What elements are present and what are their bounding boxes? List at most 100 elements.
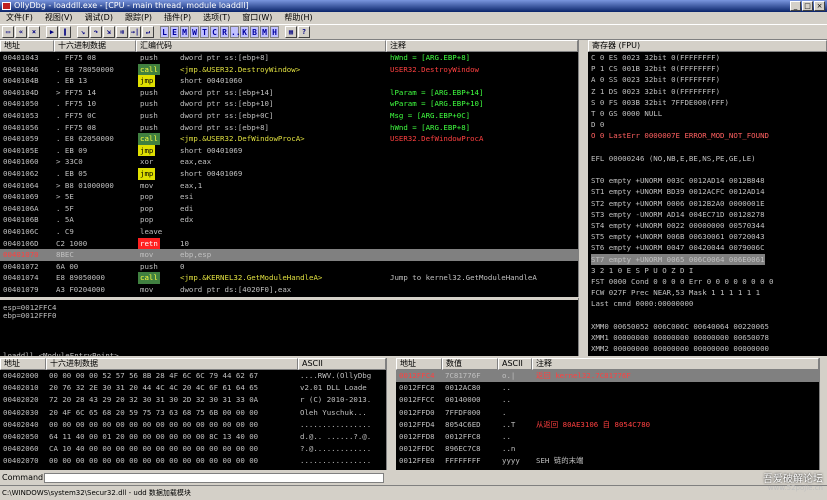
register-line[interactable]: XMM1 00000000 00000000 00000000 00650078 xyxy=(591,332,769,344)
disasm-row[interactable]: 00401050 . FF75 10 push dword ptr ss:[ebp+1… xyxy=(0,98,578,110)
disasm-scrollbar[interactable] xyxy=(578,40,586,297)
run-icon[interactable]: ▶ xyxy=(46,26,58,38)
stack-pane[interactable]: 0012FFC4 7C81776F o.| 返回 kernel32.7C81776F 0… xyxy=(396,370,819,470)
register-line[interactable]: C 0 ES 0023 32bit 0(FFFFFFFF) xyxy=(591,52,720,64)
register-line[interactable]: O 0 LastErr 0000007E ERROR_MOD_NOT_FOUND xyxy=(591,130,769,142)
step-over-icon[interactable]: ↷ xyxy=(90,26,102,38)
minimize-button[interactable]: _ xyxy=(790,1,801,11)
goto-icon[interactable]: ↵ xyxy=(142,26,154,38)
toolbar-window-button[interactable]: M xyxy=(260,26,269,38)
menu-item[interactable]: 选项(T) xyxy=(197,12,236,24)
register-line[interactable]: T 0 GS 0000 NULL xyxy=(591,108,662,120)
stack-row[interactable]: 0012FFCC 00140000.. xyxy=(396,394,819,406)
disasm-row[interactable]: 00401064 > B8 01000000 mov eax,1 xyxy=(0,180,578,192)
disasm-row[interactable]: 0040106B . 5A pop edx xyxy=(0,214,578,226)
disasm-row[interactable]: 00401059 . E8 62050000 call <jmp.&USER32.De… xyxy=(0,133,578,145)
toolbar-window-button[interactable]: T xyxy=(200,26,209,38)
register-line[interactable]: ST4 empty +UNORM 0022 00000000 00570344 xyxy=(591,220,765,232)
command-input[interactable] xyxy=(44,473,384,483)
dump-header-hex[interactable]: 十六进制数据 xyxy=(46,358,298,370)
register-line[interactable]: P 1 CS 001B 32bit 0(FFFFFFFF) xyxy=(591,63,720,75)
toolbar-window-button[interactable]: E xyxy=(170,26,179,38)
toolbar-window-button[interactable]: W xyxy=(190,26,199,38)
options-icon[interactable]: ▦ xyxy=(285,26,297,38)
toolbar-window-button[interactable]: C xyxy=(210,26,219,38)
pause-icon[interactable]: ∥ xyxy=(59,26,71,38)
toolbar-window-button[interactable]: K xyxy=(240,26,249,38)
register-line[interactable]: EFL 00000246 (NO,NB,E,BE,NS,PE,GE,LE) xyxy=(591,153,756,165)
register-line[interactable]: ST1 empty +UNORM BD39 0012ACFC 0012AD14 xyxy=(591,186,765,198)
close-button[interactable]: × xyxy=(814,1,825,11)
menu-item[interactable]: 视图(V) xyxy=(39,12,79,24)
dump-row[interactable]: 00402020 72 20 28 43 29 20 32 30 31 30 2D… xyxy=(0,394,386,406)
register-line[interactable]: FST 0000 Cond 0 0 0 0 Err 0 0 0 0 0 0 0 … xyxy=(591,276,773,288)
disasm-row[interactable]: 0040106C . C9 leave xyxy=(0,226,578,238)
disasm-row[interactable]: 0040104D > FF75 14 push dword ptr ss:[ebp+1… xyxy=(0,87,578,99)
disasm-row[interactable]: 00401046 . E8 78050000 call <jmp.&USER32.De… xyxy=(0,63,578,76)
disasm-header-addr[interactable]: 地址 xyxy=(0,40,54,52)
menu-item[interactable]: 文件(F) xyxy=(0,12,39,24)
stack-header-value[interactable]: 数值 xyxy=(442,358,498,370)
menu-item[interactable]: 窗口(W) xyxy=(236,12,278,24)
register-line[interactable]: XMM2 00000000 00000000 00000000 00000000 xyxy=(591,343,769,355)
info-pane[interactable]: esp=0012FFC4 ebp=0012FFF0 loaddll.<ModuleE… xyxy=(0,298,578,356)
register-line[interactable]: ST7 empty +UNORM 0065 006C0064 006E0061 xyxy=(591,253,765,266)
disasm-header-hex[interactable]: 十六进制数据 xyxy=(54,40,136,52)
register-line[interactable]: ST6 empty +UNORM 0047 00420044 0079006C xyxy=(591,242,765,254)
dump-pane[interactable]: 00402000 00 00 00 00 52 57 56 8B 28 4F 6C… xyxy=(0,370,386,470)
menu-item[interactable]: 跟踪(P) xyxy=(119,12,158,24)
stack-row[interactable]: 0012FFC8 0012AC80.. xyxy=(396,382,819,394)
disasm-row[interactable]: 00401072 6A 00 push 0 xyxy=(0,261,578,273)
disasm-row[interactable]: 0040106D C2 1000 retn 10 xyxy=(0,237,578,250)
disasm-row[interactable]: 00401053 . FF75 0C push dword ptr ss:[ebp+0… xyxy=(0,110,578,122)
toolbar-window-button[interactable]: ... xyxy=(230,26,245,38)
disasm-row[interactable]: 00401060 > 33C0 xor eax,eax xyxy=(0,156,578,168)
stack-header-comment[interactable]: 注释 xyxy=(532,358,819,370)
title-bar[interactable]: OllyDbg - loaddll.exe - [CPU - main thre… xyxy=(0,0,827,12)
open-icon[interactable]: ▭ xyxy=(2,26,14,38)
execute-till-return-icon[interactable]: →| xyxy=(129,26,141,38)
dump-row[interactable]: 00402050 64 11 40 00 01 20 00 00 00 00 00… xyxy=(0,431,386,443)
toolbar-window-button[interactable]: M xyxy=(180,26,189,38)
dump-row[interactable]: 00402060 CA 10 40 00 00 00 00 00 00 00 00… xyxy=(0,443,386,455)
maximize-button[interactable]: □ xyxy=(802,1,813,11)
disasm-row[interactable]: 00401056 . FF75 08 push dword ptr ss:[ebp+8… xyxy=(0,122,578,134)
stack-header-ascii[interactable]: ASCII xyxy=(498,358,532,370)
disasm-header-comment[interactable]: 注释 xyxy=(386,40,578,52)
register-line[interactable]: S 0 FS 003B 32bit 7FFDE000(FFF) xyxy=(591,97,729,109)
disasm-row[interactable]: 00401074 E8 89050000 call <jmp.&KERNEL32.G… xyxy=(0,272,578,284)
disasm-row[interactable]: 0040104B . EB 13 jmp short 00401060 xyxy=(0,75,578,87)
close-icon[interactable]: × xyxy=(28,26,40,38)
disassembly-pane[interactable]: 00401043 . FF75 08 push dword ptr ss:[ebp+8… xyxy=(0,52,578,297)
register-line[interactable]: XMM0 00650052 006C006C 00640064 00220065 xyxy=(591,321,769,333)
toolbar-window-button[interactable]: L xyxy=(160,26,169,38)
disasm-row[interactable]: 00401070 8BEC mov ebp,esp xyxy=(0,249,578,261)
register-line[interactable]: ST2 empty +UNORM 0006 0012B2A0 0000001E xyxy=(591,198,765,210)
stack-row[interactable]: 0012FFDC 896EC7C8 ..n xyxy=(396,443,819,455)
register-line[interactable]: A 0 SS 0023 32bit 0(FFFFFFFF) xyxy=(591,74,720,86)
disasm-row[interactable]: 00401062 . EB 05 jmp short 00401069 xyxy=(0,168,578,180)
stack-row[interactable]: 0012FFC4 7C81776F o.| 返回 kernel32.7C81776F xyxy=(396,370,819,382)
disasm-row[interactable]: 0040106A . 5F pop edi xyxy=(0,203,578,215)
stack-scrollbar[interactable] xyxy=(819,358,827,470)
dump-header-addr[interactable]: 地址 xyxy=(0,358,46,370)
register-line[interactable]: 3 2 1 0 E S P U O Z D I xyxy=(591,265,693,277)
disasm-row[interactable]: 00401069 > 5E pop esi xyxy=(0,191,578,203)
disasm-header-asm[interactable]: 汇编代码 xyxy=(136,40,386,52)
stack-row[interactable]: 0012FFD4 8054C6ED ..T 从返回 80AE3106 自 8054C7… xyxy=(396,419,819,431)
stack-header-addr[interactable]: 地址 xyxy=(396,358,442,370)
register-line[interactable]: ST0 empty +UNORM 003C 0012AD14 0012B848 xyxy=(591,175,765,187)
menu-item[interactable]: 调试(D) xyxy=(79,12,119,24)
disasm-row[interactable]: 00401079 A3 F0204000 mov dword ptr ds:[402… xyxy=(0,284,578,296)
step-into-icon[interactable]: ↘ xyxy=(77,26,89,38)
registers-pane[interactable]: C 0 ES 0023 32bit 0(FFFFFFFF) P 1 CS 001B… xyxy=(588,52,827,356)
registers-header[interactable]: 寄存器 (FPU) xyxy=(588,40,827,52)
register-line[interactable]: Z 1 DS 0023 32bit 0(FFFFFFFF) xyxy=(591,86,720,98)
register-line[interactable]: FCW 027F Prec NEAR,53 Mask 1 1 1 1 1 1 xyxy=(591,287,760,299)
dump-row[interactable]: 00402070 00 00 00 00 00 00 00 00 00 00 00… xyxy=(0,455,386,467)
toolbar-window-button[interactable]: H xyxy=(270,26,279,38)
trace-into-icon[interactable]: ⇲ xyxy=(103,26,115,38)
disasm-row[interactable]: 00401043 . FF75 08 push dword ptr ss:[ebp+8… xyxy=(0,52,578,64)
stack-row[interactable]: 0012FFD0 7FFDF000. xyxy=(396,407,819,419)
info-scrollbar[interactable] xyxy=(578,298,586,356)
